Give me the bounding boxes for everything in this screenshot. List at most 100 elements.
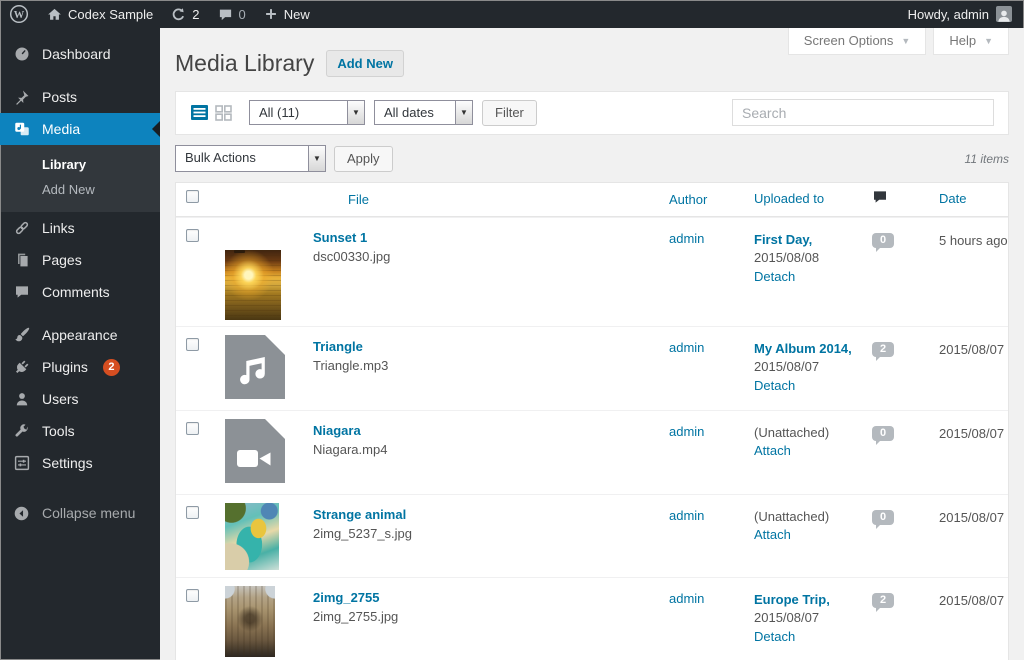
- attach-link[interactable]: Attach: [754, 442, 864, 461]
- sidebar-item-posts[interactable]: Posts: [0, 81, 160, 113]
- date-cell: 5 hours ago: [939, 232, 1008, 248]
- media-thumbnail-mosaic[interactable]: [225, 502, 279, 570]
- screen-options-button[interactable]: Screen Options ▼: [787, 28, 927, 55]
- screen-options-label: Screen Options: [803, 33, 894, 48]
- collapse-menu-button[interactable]: Collapse menu: [0, 497, 160, 529]
- thumbnail-cell: [225, 418, 313, 488]
- media-type-filter-select[interactable]: All (11) ▼: [249, 100, 365, 126]
- comments-icon: [12, 283, 31, 302]
- bulk-actions-value: Bulk Actions: [185, 150, 256, 166]
- thumbnail-cell: [225, 502, 313, 571]
- header-checkbox-cell: [176, 190, 211, 208]
- sidebar-item-users[interactable]: Users: [0, 383, 160, 415]
- table-header-row: File Author Uploaded to Date: [176, 183, 1008, 217]
- comment-count-bubble[interactable]: 0: [872, 232, 894, 252]
- media-filename: Niagara.mp4: [313, 441, 388, 457]
- paintbrush-icon: [12, 326, 31, 345]
- comments-count: 0: [238, 6, 246, 22]
- comments-column-icon[interactable]: [872, 190, 888, 209]
- detach-link[interactable]: Detach: [754, 377, 864, 396]
- uploaded-to-link[interactable]: My Album 2014,: [754, 340, 864, 359]
- detach-link[interactable]: Detach: [754, 628, 864, 647]
- column-header-uploaded-to[interactable]: Uploaded to: [754, 191, 824, 206]
- sidebar-item-media[interactable]: Media: [0, 113, 160, 145]
- media-title-link[interactable]: Strange animal: [313, 507, 412, 522]
- search-input[interactable]: [732, 99, 994, 127]
- grid-view-icon[interactable]: [213, 104, 233, 122]
- comments-menu[interactable]: 0: [209, 0, 255, 28]
- comment-count-bubble[interactable]: 0: [872, 425, 894, 445]
- plugins-update-badge: 2: [102, 358, 120, 376]
- sidebar-item-tools[interactable]: Tools: [0, 415, 160, 447]
- wordpress-logo-icon: W: [9, 4, 29, 24]
- list-view-icon[interactable]: [189, 104, 209, 122]
- row-checkbox[interactable]: [186, 228, 199, 242]
- updates-menu[interactable]: 2: [162, 0, 208, 28]
- filter-button[interactable]: Filter: [482, 99, 537, 126]
- media-submenu: Library Add New: [0, 145, 160, 212]
- date-filter-select[interactable]: All dates ▼: [374, 100, 473, 126]
- attach-link[interactable]: Attach: [754, 526, 864, 545]
- new-content-menu[interactable]: New: [255, 0, 319, 28]
- sidebar-item-plugins[interactable]: Plugins 2: [0, 351, 160, 383]
- date-cell: 2015/08/07: [939, 592, 1005, 608]
- updates-count: 2: [192, 6, 200, 22]
- sidebar-item-dashboard[interactable]: Dashboard: [0, 38, 160, 70]
- user-icon: [12, 390, 31, 409]
- media-thumbnail-sunset[interactable]: [225, 249, 281, 320]
- author-link[interactable]: admin: [669, 424, 704, 439]
- author-link[interactable]: admin: [669, 591, 704, 606]
- row-checkbox[interactable]: [186, 421, 199, 435]
- row-checkbox[interactable]: [186, 588, 199, 602]
- sidebar-item-pages[interactable]: Pages: [0, 244, 160, 276]
- date-cell: 2015/08/07: [939, 341, 1005, 357]
- sidebar-item-comments[interactable]: Comments: [0, 276, 160, 308]
- media-thumbnail-building[interactable]: [225, 585, 275, 657]
- site-name-menu[interactable]: Codex Sample: [38, 0, 162, 28]
- column-header-file[interactable]: File: [348, 192, 369, 207]
- unattached-label: (Unattached): [754, 424, 830, 440]
- wordpress-logo-menu[interactable]: W: [0, 0, 38, 28]
- media-filename: Triangle.mp3: [313, 357, 389, 373]
- author-link[interactable]: admin: [669, 231, 704, 246]
- table-row: Triangle Triangle.mp3 admin My Album 201…: [176, 325, 1008, 410]
- column-header-author[interactable]: Author: [669, 192, 707, 207]
- comment-count-bubble[interactable]: 0: [872, 509, 894, 529]
- header-date-cell: Date: [922, 189, 1008, 209]
- row-checkbox[interactable]: [186, 505, 199, 519]
- thumbnail-cell: [225, 225, 313, 320]
- collapse-arrow-icon: [12, 504, 31, 523]
- video-file-icon[interactable]: [225, 418, 313, 488]
- pages-icon: [12, 251, 31, 270]
- apply-button[interactable]: Apply: [334, 145, 393, 172]
- comment-count-bubble[interactable]: 2: [872, 592, 894, 612]
- account-menu[interactable]: Howdy, admin: [908, 6, 1024, 22]
- uploaded-to-date: 2015/08/07: [754, 610, 820, 626]
- author-link[interactable]: admin: [669, 508, 704, 523]
- audio-file-icon[interactable]: [225, 334, 313, 404]
- media-title-link[interactable]: Triangle: [313, 339, 388, 354]
- row-checkbox[interactable]: [186, 337, 199, 351]
- site-name: Codex Sample: [68, 6, 154, 22]
- detach-link[interactable]: Detach: [754, 268, 864, 287]
- sidebar-item-appearance[interactable]: Appearance: [0, 319, 160, 351]
- author-link[interactable]: admin: [669, 340, 704, 355]
- uploaded-to-link[interactable]: Europe Trip,: [754, 591, 864, 610]
- submenu-item-library[interactable]: Library: [0, 152, 160, 177]
- sidebar-item-settings[interactable]: Settings: [0, 447, 160, 479]
- sidebar-item-links[interactable]: Links: [0, 212, 160, 244]
- chain-link-icon: [12, 219, 31, 238]
- column-header-date[interactable]: Date: [939, 191, 966, 206]
- page-title: Media Library: [175, 50, 315, 76]
- submenu-item-add-new[interactable]: Add New: [0, 177, 160, 202]
- help-button[interactable]: Help ▼: [933, 28, 1009, 55]
- add-new-button[interactable]: Add New: [326, 50, 404, 78]
- bulk-actions-select[interactable]: Bulk Actions ▼: [175, 145, 326, 173]
- media-title-link[interactable]: Sunset 1: [313, 230, 390, 245]
- comment-count-bubble[interactable]: 2: [872, 341, 894, 361]
- uploaded-to-link[interactable]: First Day,: [754, 231, 864, 250]
- media-title-link[interactable]: 2img_2755: [313, 590, 398, 605]
- media-title-link[interactable]: Niagara: [313, 423, 387, 438]
- select-all-checkbox[interactable]: [186, 190, 199, 204]
- uploaded-to-date: 2015/08/08: [754, 250, 820, 266]
